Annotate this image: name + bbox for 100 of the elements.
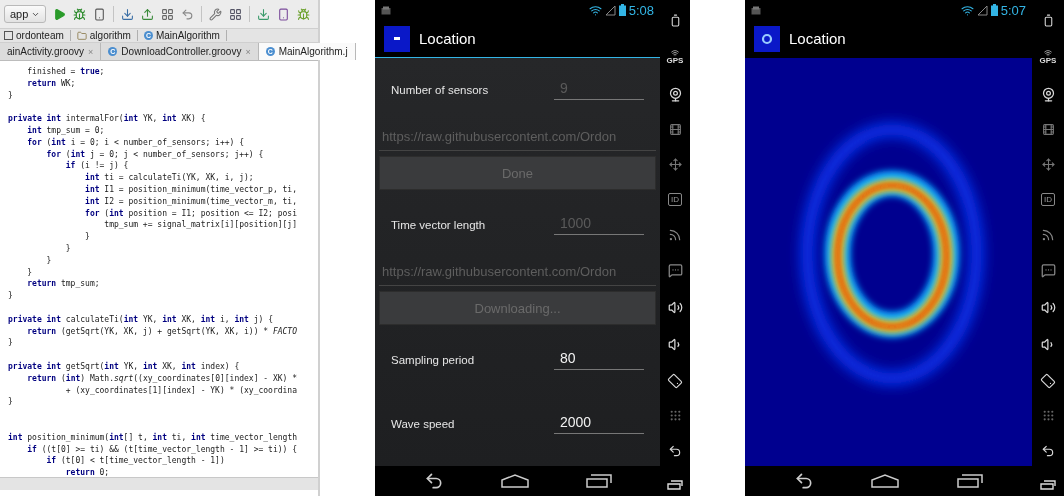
tab-label: ainActivity.groovy [7,46,85,57]
rss-icon[interactable] [1041,227,1055,242]
wrench-icon[interactable] [209,7,223,21]
code-line: return 0; [64,467,111,477]
recents-icon[interactable] [585,474,612,488]
code-line: } [8,89,14,102]
device-icon[interactable] [277,7,291,21]
code-line: return WK; [26,77,77,90]
breadcrumb-label: algorithm [89,30,131,41]
battery-icon [618,4,626,16]
download-icon[interactable] [121,7,135,21]
code-line: return tmp_sum; [26,278,101,291]
grid-icon[interactable] [161,7,175,21]
editor-tab[interactable]: ainActivity.groovy × [0,43,102,60]
id-control[interactable]: ID [668,192,682,206]
rss-icon[interactable] [668,227,682,242]
screen-title: Location [419,30,476,47]
tab-label: DownloadController.groovy [121,46,242,57]
undo-icon[interactable] [181,7,195,21]
grip-icon[interactable] [668,409,682,423]
field-label: Wave speed [391,418,456,430]
clock-time: 5:07 [1000,2,1026,18]
code-line: } [26,266,34,279]
tab-label: MainAlgorithm.j [278,46,348,57]
dpad-icon[interactable] [1041,158,1055,172]
code-line: if (t[0] < t[time_vector_length - 1]) [45,455,226,468]
code-line: for (int j = 0; j < number_of_sensors; j++) { [45,148,265,160]
code-line: private int getSqrt(int YK, int XK, int index) { [8,360,241,373]
grip-icon[interactable] [1041,409,1055,423]
recents-icon[interactable] [1040,479,1056,490]
code-line: private int intermalFor(int YK, int XK) { [8,113,207,125]
code-line: } [64,242,72,255]
screen-title: Location [789,30,846,47]
code-line: finished = true; [26,66,106,78]
code-line: if (i != j) { [64,160,130,172]
id-control[interactable]: ID [1041,192,1055,206]
field-label: Time vector length [391,219,487,231]
code-line: int ti = calculateTi(YK, XK, i, j); [84,172,255,184]
code-line: int I2 = position_minimum(time_vector_m, ti, [84,195,298,208]
clock-time: 5:08 [628,2,654,18]
signal-waves-icon [671,48,679,57]
code-line: for (int position = I1; position <= I2; posi [84,207,298,220]
breadcrumb-label: ordonteam [16,30,64,41]
app-icon [754,25,780,52]
code-line: return (int) Math.sqrt((xy_coordinates[0][index] - XK) * [26,372,298,385]
upload-icon[interactable] [141,7,155,21]
back-icon[interactable] [793,471,814,491]
volume-up-icon[interactable] [667,300,683,316]
volume-up-icon[interactable] [1040,300,1056,316]
signal-icon [976,4,988,16]
home-icon[interactable] [500,474,529,488]
run-icon[interactable] [53,7,67,21]
gps-label: GPS [1039,56,1057,65]
run-config-dropdown[interactable]: app [4,5,47,23]
code-line: tmp_sum += signal_matrix[i][position][j] [103,219,298,232]
film-icon[interactable] [1041,123,1055,137]
bug-icon[interactable] [73,7,87,21]
back-icon[interactable] [423,471,444,491]
gps-control[interactable]: GPS [1039,48,1057,65]
dpad-icon[interactable] [668,158,682,172]
code-line: int tmp_sum = 0; [26,125,106,137]
code-line: for (int i = 0; i < number_of_sensors; i++) { [26,136,246,149]
number-input[interactable]: 2000 [554,414,644,434]
code-line: private int calculateTi(int YK, int XK, int i, int j) { [8,313,274,326]
gps-label: GPS [666,56,684,65]
breadcrumb-label: MainAlgorithm [155,30,220,41]
field-label: Sampling period [391,354,476,366]
webcam-icon[interactable] [1040,86,1056,102]
code-line: } [45,254,53,267]
film-icon[interactable] [668,123,682,137]
recents-icon[interactable] [667,479,683,490]
code-line: if ((t[0] >= ti) && (t[time_vector_length - 1] >= ti)) { [26,443,298,455]
app-icon [384,25,410,52]
wifi-icon [960,3,974,17]
code-line: } [84,231,91,243]
code-line: } [8,396,14,409]
gps-control[interactable]: GPS [666,48,684,65]
structure-icon[interactable] [229,7,243,21]
code-line: } [8,290,14,302]
webcam-icon[interactable] [667,86,683,102]
wifi-icon [588,3,602,17]
signal-icon [604,4,616,16]
breadcrumb-item[interactable]: algorithm [76,30,138,41]
message-icon[interactable] [1040,263,1056,279]
code-line: } [8,337,14,350]
phone-icon[interactable] [93,7,107,21]
code-line: return (getSqrt(YK, XK, j) + getSqrt(YK, XK, i)) *FACTO [26,325,298,338]
back-icon[interactable] [1041,444,1055,459]
breadcrumb-item[interactable]: ordonteam [4,30,71,41]
recents-icon[interactable] [957,474,984,488]
module-icon [4,31,13,40]
message-icon[interactable] [667,263,683,279]
folder-icon [76,30,87,41]
back-icon[interactable] [668,444,682,459]
number-input[interactable]: 80 [554,350,644,370]
code-line: + (xy_coordinates[1][index] - YK) * (xy_coordina [64,384,298,397]
home-icon[interactable] [871,474,900,488]
battery-icon [990,4,998,16]
code-line: int I1 = position_minimum(time_vector_p, ti, [84,183,298,196]
code-line: int position_minimum(int[] t, int ti, int time_vector_length [8,431,299,444]
